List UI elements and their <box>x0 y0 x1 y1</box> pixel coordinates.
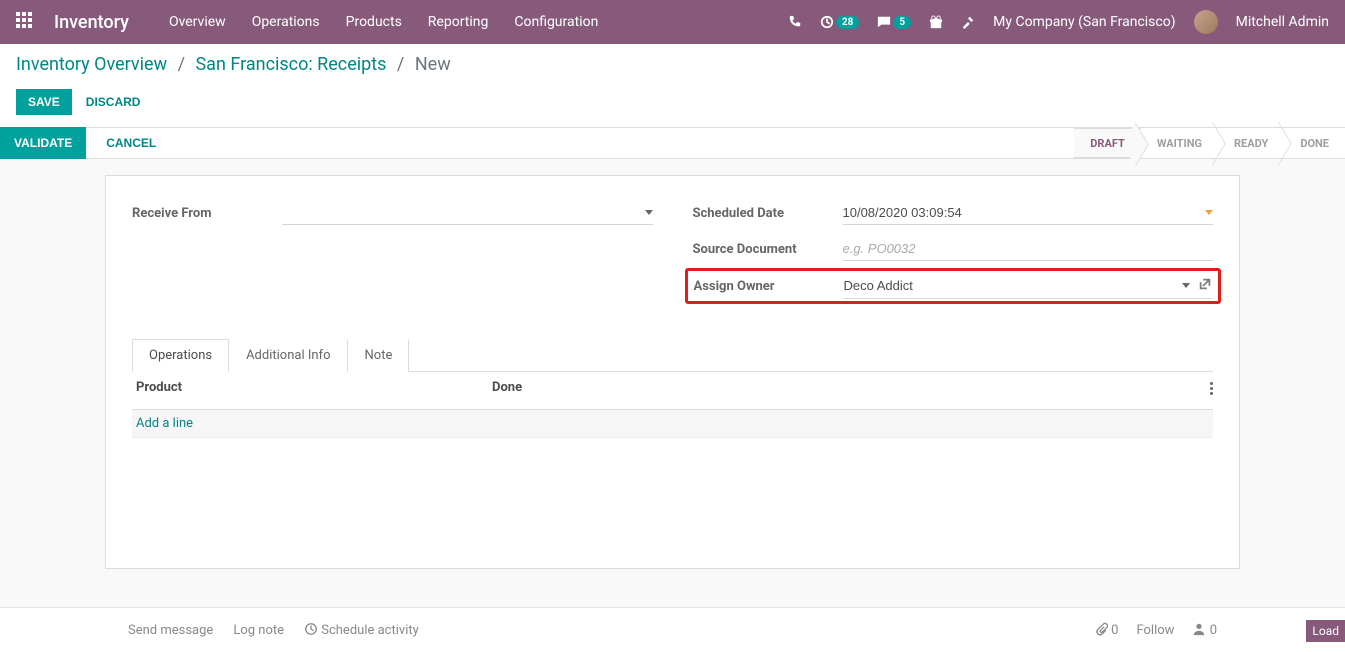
validate-button[interactable]: VALIDATE <box>0 127 86 159</box>
status-done[interactable]: DONE <box>1284 128 1345 158</box>
schedule-activity-button[interactable]: Schedule activity <box>304 622 419 638</box>
tab-note[interactable]: Note <box>348 339 410 372</box>
avatar[interactable] <box>1194 10 1218 34</box>
breadcrumb-link-0[interactable]: Inventory Overview <box>16 54 167 75</box>
menu-operations[interactable]: Operations <box>252 14 320 30</box>
log-note-button[interactable]: Log note <box>233 623 284 638</box>
source-document-field[interactable] <box>843 237 1214 261</box>
cancel-button[interactable]: CANCEL <box>106 136 156 150</box>
status-waiting[interactable]: WAITING <box>1141 128 1218 158</box>
apps-icon[interactable] <box>16 12 32 32</box>
form-sheet: Receive From Scheduled Date Source <box>105 175 1240 569</box>
table-kebab-icon[interactable] <box>1183 380 1213 401</box>
breadcrumb-bar: Inventory Overview / San Francisco: Rece… <box>0 44 1345 81</box>
status-draft[interactable]: DRAFT <box>1074 128 1141 158</box>
chevron-down-icon[interactable] <box>1182 283 1190 288</box>
scheduled-date-field[interactable] <box>843 201 1214 225</box>
receive-from-field[interactable] <box>282 201 653 225</box>
assign-owner-label: Assign Owner <box>694 279 844 294</box>
tab-additional-info[interactable]: Additional Info <box>229 339 347 372</box>
add-line-link[interactable]: Add a line <box>136 416 193 431</box>
top-nav: Inventory Overview Operations Products R… <box>0 0 1345 44</box>
follow-button[interactable]: Follow <box>1136 623 1174 638</box>
tools-icon[interactable] <box>961 15 975 29</box>
save-button[interactable]: SAVE <box>16 89 72 115</box>
brand-title[interactable]: Inventory <box>54 12 129 33</box>
chatter-bar: Send message Log note Schedule activity … <box>0 607 1345 652</box>
breadcrumb: Inventory Overview / San Francisco: Rece… <box>16 54 1329 75</box>
table-body: Add a line <box>132 410 1213 558</box>
topnav-right: 28 5 My Company (San Francisco) Mitchell… <box>788 10 1329 34</box>
form-col-right: Scheduled Date Source Document Assign Ow… <box>693 200 1214 300</box>
receive-from-label: Receive From <box>132 206 282 221</box>
phone-icon[interactable] <box>788 15 802 29</box>
menu-overview[interactable]: Overview <box>169 14 226 30</box>
menu-reporting[interactable]: Reporting <box>428 14 489 30</box>
breadcrumb-link-1[interactable]: San Francisco: Receipts <box>195 54 386 75</box>
highlight-assign-owner: Assign Owner <box>685 268 1222 304</box>
scheduled-date-label: Scheduled Date <box>693 206 843 221</box>
followers-count[interactable]: 0 <box>1192 622 1217 638</box>
tab-operations[interactable]: Operations <box>132 339 229 372</box>
receive-from-input[interactable] <box>282 205 639 220</box>
scheduled-date-input[interactable] <box>843 205 1200 220</box>
chevron-down-icon[interactable] <box>1205 210 1213 215</box>
chat-badge: 5 <box>893 16 911 29</box>
send-message-button[interactable]: Send message <box>128 623 213 638</box>
status-bar: VALIDATE CANCEL DRAFT WAITING READY DONE <box>0 127 1345 159</box>
company-switcher[interactable]: My Company (San Francisco) <box>993 14 1175 30</box>
source-document-input[interactable] <box>843 241 1214 256</box>
status-steps: DRAFT WAITING READY DONE <box>1074 128 1345 158</box>
chevron-down-icon[interactable] <box>645 210 653 215</box>
menu-configuration[interactable]: Configuration <box>514 14 598 30</box>
source-document-label: Source Document <box>693 242 843 257</box>
discard-button[interactable]: DISCARD <box>86 95 141 109</box>
attachments-count[interactable]: 0 <box>1094 622 1119 638</box>
activities-icon[interactable]: 28 <box>820 15 859 29</box>
load-button[interactable]: Load <box>1306 620 1345 642</box>
external-link-icon[interactable] <box>1198 277 1212 295</box>
table-header: Product Done <box>132 372 1213 410</box>
col-done: Done <box>492 380 1183 401</box>
form-col-left: Receive From <box>132 200 653 300</box>
assign-owner-input[interactable] <box>844 278 1177 293</box>
activities-badge: 28 <box>836 16 859 29</box>
status-ready[interactable]: READY <box>1218 128 1284 158</box>
user-name[interactable]: Mitchell Admin <box>1236 14 1329 30</box>
main-menu: Overview Operations Products Reporting C… <box>169 14 598 30</box>
table-row: Add a line <box>132 410 1213 438</box>
menu-products[interactable]: Products <box>346 14 402 30</box>
breadcrumb-current: New <box>415 54 451 75</box>
gift-icon[interactable] <box>929 15 943 29</box>
assign-owner-field[interactable] <box>844 274 1213 299</box>
chat-icon[interactable]: 5 <box>877 15 911 29</box>
save-row: SAVE DISCARD <box>0 81 1345 127</box>
col-product: Product <box>132 380 492 401</box>
tabs: Operations Additional Info Note <box>132 338 1213 372</box>
